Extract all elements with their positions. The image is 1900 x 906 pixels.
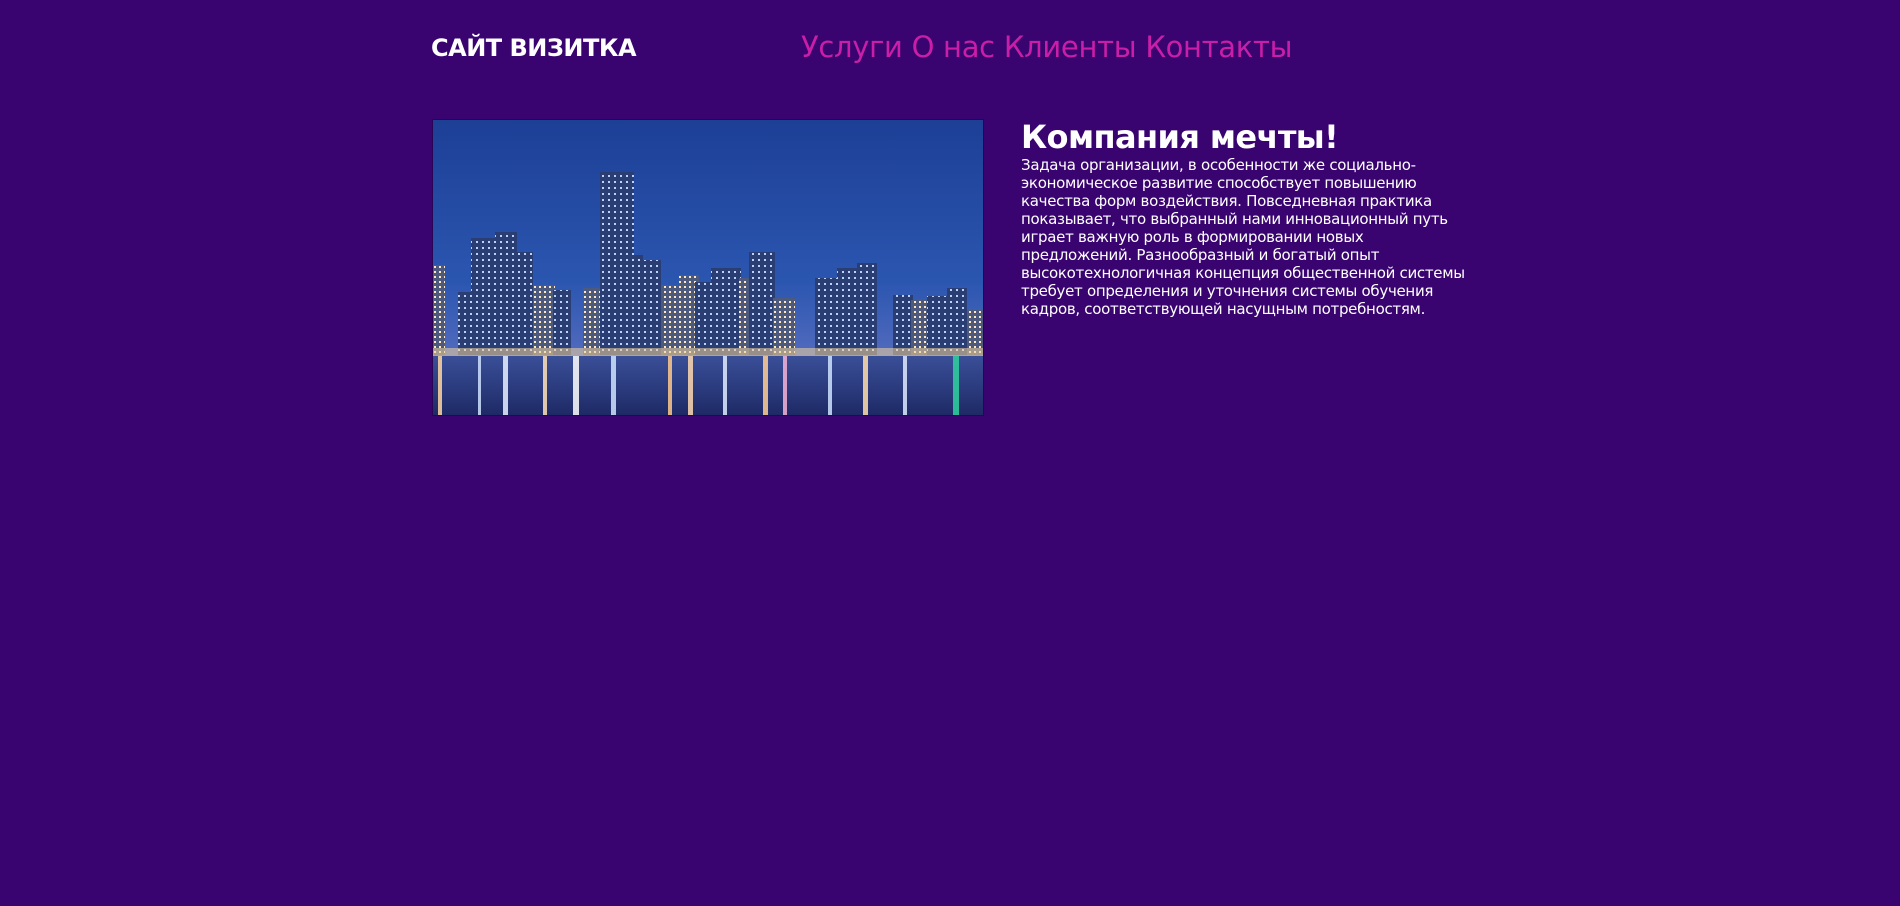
main-nav: Услуги О нас Клиенты Контакты: [801, 30, 1292, 64]
nav-link-services[interactable]: Услуги: [801, 30, 903, 64]
site-header: САЙТ ВИЗИТКА Услуги О нас Клиенты Контак…: [431, 30, 1331, 70]
page-title: Компания мечты!: [1021, 118, 1339, 156]
nav-link-about[interactable]: О нас: [912, 30, 996, 64]
site-logo[interactable]: САЙТ ВИЗИТКА: [431, 34, 637, 62]
description-text: Задача организации, в особенности же соц…: [1021, 156, 1465, 318]
nav-link-contacts[interactable]: Контакты: [1145, 30, 1292, 64]
nav-link-clients[interactable]: Клиенты: [1004, 30, 1137, 64]
content-section: Компания мечты! Задача организации, в ос…: [1021, 118, 1471, 318]
city-skyline-image: [432, 119, 984, 416]
